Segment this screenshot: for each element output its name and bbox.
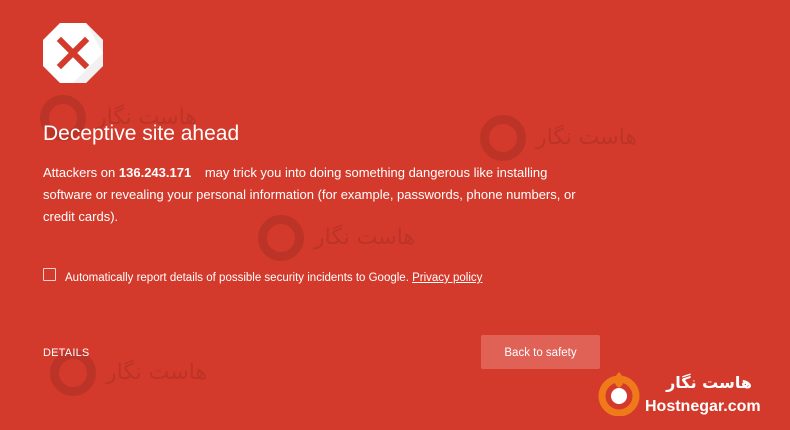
report-option: Automatically report details of possible… <box>43 266 482 288</box>
details-button[interactable]: DETAILS <box>43 345 89 361</box>
host-address: 136.243.171 <box>118 165 192 180</box>
back-to-safety-button[interactable]: Back to safety <box>481 335 600 369</box>
watermark-faint: هاست نگار <box>480 115 637 161</box>
report-label: Automatically report details of possible… <box>65 268 482 288</box>
red-x-octagon-icon <box>43 23 103 83</box>
page-title: Deceptive site ahead <box>43 122 240 145</box>
hostnegar-logo-icon <box>598 372 640 416</box>
brand-name-latin: Hostnegar.com <box>645 398 761 415</box>
report-checkbox[interactable] <box>43 267 56 281</box>
brand-name-persian: هاست نگار <box>666 373 752 392</box>
watermark-text: هاست نگار <box>314 225 415 250</box>
watermark-text: هاست نگار <box>536 125 637 150</box>
interstitial-page: هاست نگار هاست نگار هاست نگار هاست نگار … <box>0 0 790 430</box>
warning-message: Attackers on 136.243.171 may trick you i… <box>43 162 583 228</box>
message-prefix: Attackers on <box>43 165 116 180</box>
privacy-policy-link[interactable]: Privacy policy <box>412 272 482 284</box>
report-label-text: Automatically report details of possible… <box>65 272 409 284</box>
watermark-ring-icon <box>480 115 526 161</box>
watermark-text: هاست نگار <box>106 360 207 385</box>
